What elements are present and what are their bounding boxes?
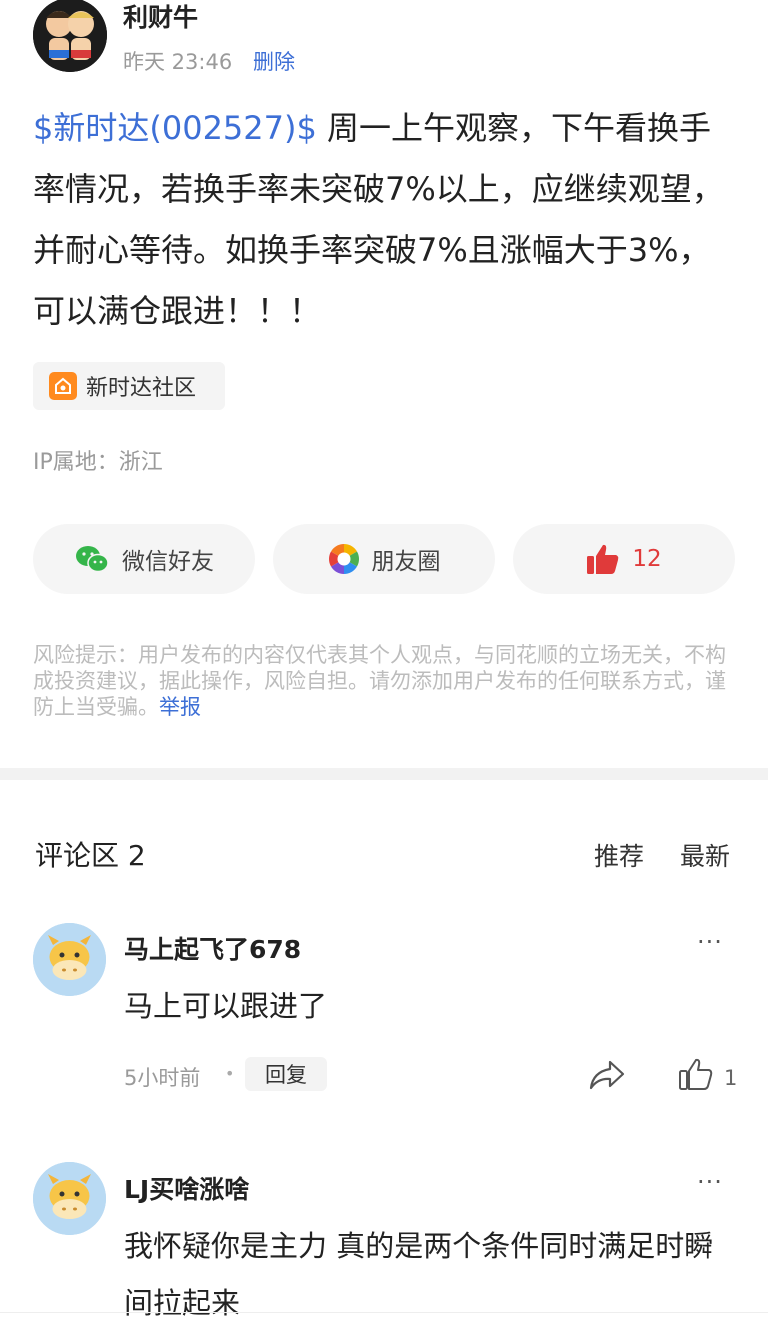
- comment-like-count: 1: [724, 1066, 738, 1090]
- share-wechat-button[interactable]: 微信好友: [33, 524, 255, 594]
- delete-button[interactable]: 删除: [253, 46, 295, 76]
- comment-author[interactable]: LJ买啥涨啥: [124, 1170, 249, 1206]
- thumbs-up-icon: [587, 544, 619, 574]
- community-icon: [49, 372, 77, 400]
- author-name[interactable]: 利财牛: [123, 0, 198, 34]
- community-label: 新时达社区: [86, 376, 197, 401]
- stock-tag-link[interactable]: $新时达(002527)$: [33, 109, 317, 147]
- sort-recommended-tab[interactable]: 推荐: [594, 837, 644, 873]
- thumbs-up-outline-icon: [679, 1058, 713, 1090]
- dot-separator: •: [225, 1064, 235, 1083]
- comment-text: 我怀疑你是主力 真的是两个条件同时满足时瞬间拉起来: [124, 1229, 714, 1320]
- section-divider: [0, 768, 768, 780]
- community-tag[interactable]: 新时达社区: [33, 362, 225, 410]
- like-count: 12: [632, 546, 662, 572]
- moments-icon: [328, 544, 359, 574]
- comment-like-button[interactable]: [678, 1057, 714, 1095]
- comment-more-icon[interactable]: ···: [697, 928, 723, 956]
- post-content: $新时达(002527)$ 周一上午观察，下午看换手率情况，若换手率未突破7%以…: [33, 98, 733, 342]
- risk-text: 风险提示：用户发布的内容仅代表其个人观点，与同花顺的立场无关，不构成投资建议，据…: [33, 643, 726, 719]
- risk-disclaimer: 风险提示：用户发布的内容仅代表其个人观点，与同花顺的立场无关，不构成投资建议，据…: [33, 642, 738, 720]
- ip-location: IP属地：浙江: [33, 450, 163, 475]
- comment-more-icon[interactable]: ···: [697, 1168, 723, 1196]
- post-time: 昨天 23:46: [123, 50, 233, 74]
- comment-text: 马上可以跟进了: [124, 989, 328, 1023]
- comment-author[interactable]: 马上起飞了678: [124, 930, 301, 966]
- wechat-icon: [76, 546, 109, 573]
- like-button[interactable]: 12: [513, 524, 735, 594]
- comment-avatar[interactable]: [33, 1162, 106, 1235]
- comment-avatar[interactable]: [33, 923, 106, 996]
- share-moments-button[interactable]: 朋友圈: [273, 524, 495, 594]
- bottom-border: [0, 1312, 768, 1313]
- author-avatar[interactable]: [33, 0, 107, 72]
- comments-title: 评论区 2: [35, 839, 146, 872]
- reply-button[interactable]: 回复: [245, 1057, 327, 1091]
- share-wechat-label: 微信好友: [122, 549, 214, 575]
- comment-time: 5小时前: [124, 1066, 201, 1090]
- forward-icon[interactable]: [588, 1058, 626, 1096]
- sort-latest-tab[interactable]: 最新: [680, 837, 730, 873]
- share-moments-label: 朋友圈: [371, 549, 441, 575]
- report-link[interactable]: 举报: [159, 695, 201, 719]
